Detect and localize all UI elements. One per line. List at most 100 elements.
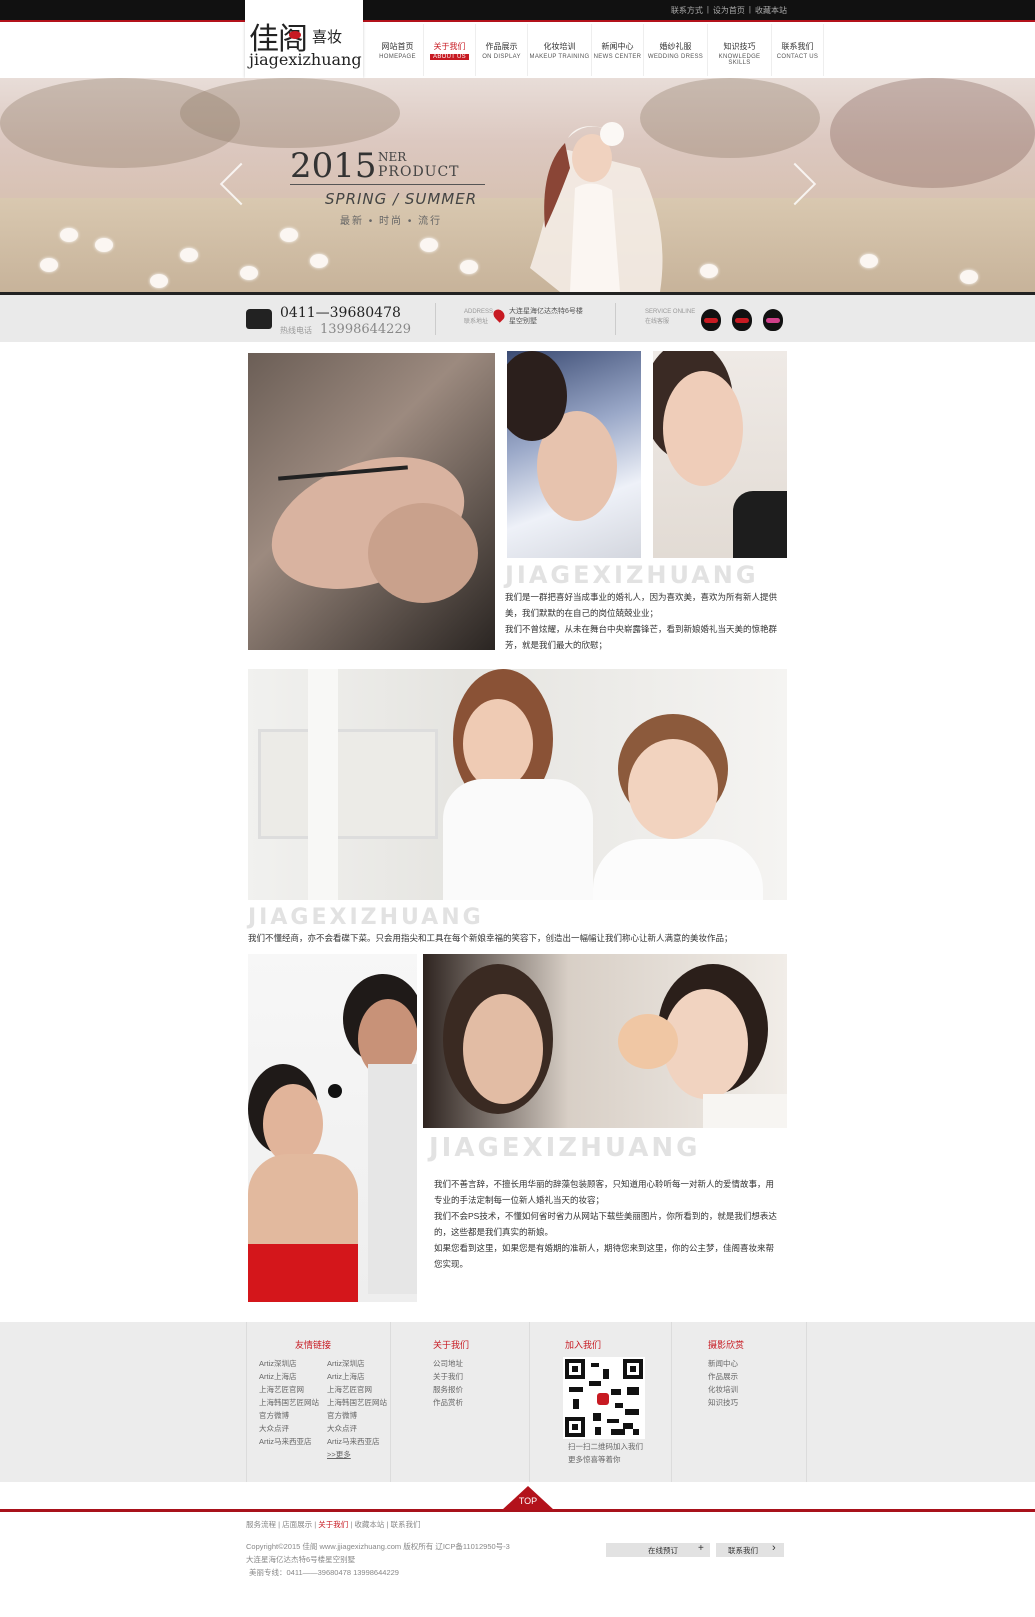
footer-about-link[interactable]: 公司地址	[433, 1357, 463, 1370]
banner-year: 2015	[290, 146, 377, 186]
footer-hotline: 美丽专线：0411——39680478 13998644229	[249, 1568, 399, 1577]
photo-sponge-makeup	[423, 954, 787, 1128]
footer: 友情链接 Artiz深圳店 Artiz上海店 上海艺匠官网 上海韩国艺匠网站 官…	[0, 1322, 1035, 1482]
footer-friend-link[interactable]: 大众点评	[327, 1422, 387, 1435]
contact-us-button[interactable]: 联系我们 ›	[716, 1542, 784, 1557]
logo-cn2: 喜妆	[312, 28, 343, 46]
chevron-right-icon: ›	[772, 1542, 776, 1554]
nav-item-training[interactable]: 化妆培训 MAKEUP TRAINING	[528, 24, 592, 76]
logo-en: jiagexizhuang	[249, 50, 362, 69]
footer-join-caption: 扫一扫二维码加入我们 更多惊喜等着你	[568, 1442, 643, 1464]
logo-lips-icon	[289, 31, 301, 39]
photo-eye-makeup-2	[653, 351, 787, 558]
nav-item-knowledge[interactable]: 知识技巧 KNOWLEDGE SKILLS	[708, 24, 772, 76]
bride-image	[530, 122, 663, 292]
top-link-contact[interactable]: 联系方式	[671, 5, 703, 16]
brand-wordmark-1: JIAGEXIZHUANG	[505, 561, 759, 589]
nav-item-home[interactable]: 网站首页 HOMEPAGE	[372, 24, 424, 76]
footer-join-title: 加入我们	[565, 1340, 602, 1350]
hotline-label: 热线电话	[280, 326, 312, 335]
address-label: ADDRESS 联系地址	[464, 309, 494, 325]
top-link-bookmark[interactable]: 收藏本站	[755, 5, 787, 16]
footer-friend-link[interactable]: Artiz马来西亚店	[327, 1435, 387, 1448]
location-pin-icon	[491, 307, 507, 323]
nav-item-about[interactable]: 关于我们 ABOUT US	[424, 24, 476, 76]
brand-wordmark-3: JIAGEXIZHUANG	[429, 1133, 701, 1163]
nav-item-wedding-dress[interactable]: 婚纱礼服 WEDDING DRESS	[644, 24, 708, 76]
footer-friend-link[interactable]: 上海韩国艺匠网站	[259, 1396, 319, 1409]
banner-season: SPRING / SUMMER	[325, 190, 478, 208]
footer-friends-list-2: Artiz深圳店 Artiz上海店 上海艺匠官网 上海韩国艺匠网站 官方微博 大…	[327, 1357, 387, 1461]
nav-item-news[interactable]: 新闻中心 NEWS CENTER	[592, 24, 644, 76]
footer-address: 大连星海亿达杰特6号楼星空别墅	[246, 1555, 356, 1564]
footer-photo-title: 摄影欣赏	[708, 1340, 745, 1350]
bottom-link-active[interactable]: 关于我们	[318, 1520, 348, 1529]
qq-service-2-icon[interactable]	[732, 309, 752, 331]
copyright-text: Copyright©2015 佳阁 www.jjiagexizhuang.com…	[246, 1542, 510, 1551]
hero-banner: 2015 NER PRODUCT SPRING / SUMMER 最新 • 时尚…	[0, 78, 1035, 292]
footer-friend-link[interactable]: 官方微博	[259, 1409, 319, 1422]
site-logo[interactable]: 佳阁 喜妆 jiagexizhuang	[245, 0, 363, 78]
footer-about-title: 关于我们	[433, 1340, 470, 1350]
nav-item-display[interactable]: 作品展示 ON DISPLAY	[476, 24, 528, 76]
photo-hand-makeup	[248, 353, 495, 650]
footer-friend-link[interactable]: Artiz深圳店	[327, 1357, 387, 1370]
footer-col-photo: 摄影欣赏 新闻中心 作品展示 化妆培训 知识技巧	[671, 1322, 806, 1482]
footer-photo-link[interactable]: 知识技巧	[708, 1396, 738, 1409]
banner-divider	[290, 184, 485, 185]
online-booking-button[interactable]: 在线预订 +	[606, 1543, 710, 1557]
top-bar: 联系方式 | 设为首页 | 收藏本站	[0, 0, 1035, 22]
footer-friend-link[interactable]: Artiz上海店	[327, 1370, 387, 1383]
footer-friend-link[interactable]: Artiz上海店	[259, 1370, 319, 1383]
photo-eye-makeup-1	[507, 351, 641, 558]
brand-wordmark-2: JIAGEXIZHUANG	[248, 905, 484, 930]
service-label: SERVICE ONLINE 在线客服	[645, 309, 696, 325]
footer-friend-link[interactable]: Artiz深圳店	[259, 1357, 319, 1370]
back-to-top-button[interactable]: TOP	[502, 1486, 554, 1512]
footer-about-link[interactable]: 服务报价	[433, 1383, 463, 1396]
footer-photo-link[interactable]: 化妆培训	[708, 1383, 738, 1396]
plus-icon: +	[698, 1543, 704, 1554]
bottom-link[interactable]: 收藏本站	[354, 1520, 384, 1529]
banner-product: PRODUCT	[378, 164, 460, 180]
footer-friend-link[interactable]: 上海韩国艺匠网站	[327, 1396, 387, 1409]
footer-friends-title: 友情链接	[295, 1340, 332, 1350]
footer-friend-link[interactable]: 官方微博	[327, 1409, 387, 1422]
phone-icon	[246, 309, 272, 329]
bottom-link[interactable]: 店面展示	[282, 1520, 312, 1529]
footer-more-link[interactable]: >>更多	[327, 1448, 387, 1461]
nav-item-contact[interactable]: 联系我们 CONTACT US	[772, 24, 824, 76]
top-link-set-home[interactable]: 设为首页	[713, 5, 745, 16]
qq-service-3-icon[interactable]	[763, 309, 783, 331]
footer-photo-link[interactable]: 作品展示	[708, 1370, 738, 1383]
qq-service-1-icon[interactable]	[701, 309, 721, 331]
qr-code-icon	[563, 1357, 645, 1439]
bottom-link[interactable]: 服务流程	[246, 1520, 276, 1529]
banner-tagline: 最新 • 时尚 • 流行	[340, 216, 443, 227]
footer-friend-link[interactable]: 大众点评	[259, 1422, 319, 1435]
footer-about-link[interactable]: 作品赏析	[433, 1396, 463, 1409]
intro-paragraph-1: 我们是一群把喜好当成事业的婚礼人，因为喜欢美，喜欢为所有新人提供 美，我们默默的…	[505, 592, 778, 650]
hotline-number: 0411—39680478	[280, 305, 401, 321]
top-links: 联系方式 | 设为首页 | 收藏本站	[670, 5, 787, 16]
main-nav: 网站首页 HOMEPAGE 关于我们 ABOUT US 作品展示 ON DISPLAY…	[372, 24, 824, 76]
footer-about-list: 公司地址 关于我们 服务报价 作品赏析	[433, 1357, 463, 1409]
footer-photo-link[interactable]: 新闻中心	[708, 1357, 738, 1370]
mobile-number: 13998644229	[320, 322, 411, 337]
footer-about-link[interactable]: 关于我们	[433, 1370, 463, 1383]
info-strip: 0411—39680478 热线电话 13998644229 ADDRESS 联…	[0, 292, 1035, 342]
footer-col-about: 关于我们 公司地址 关于我们 服务报价 作品赏析	[390, 1322, 529, 1482]
bottom-link[interactable]: 联系我们	[391, 1520, 421, 1529]
banner-ner: NER	[378, 150, 407, 164]
photo-studio-makeup	[248, 669, 787, 900]
address-text: 大连星海亿达杰特6号楼 星空别墅	[509, 308, 583, 325]
footer-friend-link[interactable]: 上海艺匠官网	[327, 1383, 387, 1396]
photo-powder-makeup	[248, 954, 417, 1302]
footer-col-friends: 友情链接 Artiz深圳店 Artiz上海店 上海艺匠官网 上海韩国艺匠网站 官…	[246, 1322, 390, 1482]
footer-friends-list-1: Artiz深圳店 Artiz上海店 上海艺匠官网 上海韩国艺匠网站 官方微博 大…	[259, 1357, 319, 1448]
intro-paragraph-2: 我们不懂经商，亦不会看碟下菜。只会用指尖和工具在每个新娘幸福的笑容下，创造出一幅…	[248, 933, 733, 943]
footer-photo-list: 新闻中心 作品展示 化妆培训 知识技巧	[708, 1357, 738, 1409]
bottom-links: 服务流程 | 店面展示 | 关于我们 | 收藏本站 | 联系我们	[246, 1520, 421, 1529]
footer-friend-link[interactable]: 上海艺匠官网	[259, 1383, 319, 1396]
footer-friend-link[interactable]: Artiz马来西亚店	[259, 1435, 319, 1448]
